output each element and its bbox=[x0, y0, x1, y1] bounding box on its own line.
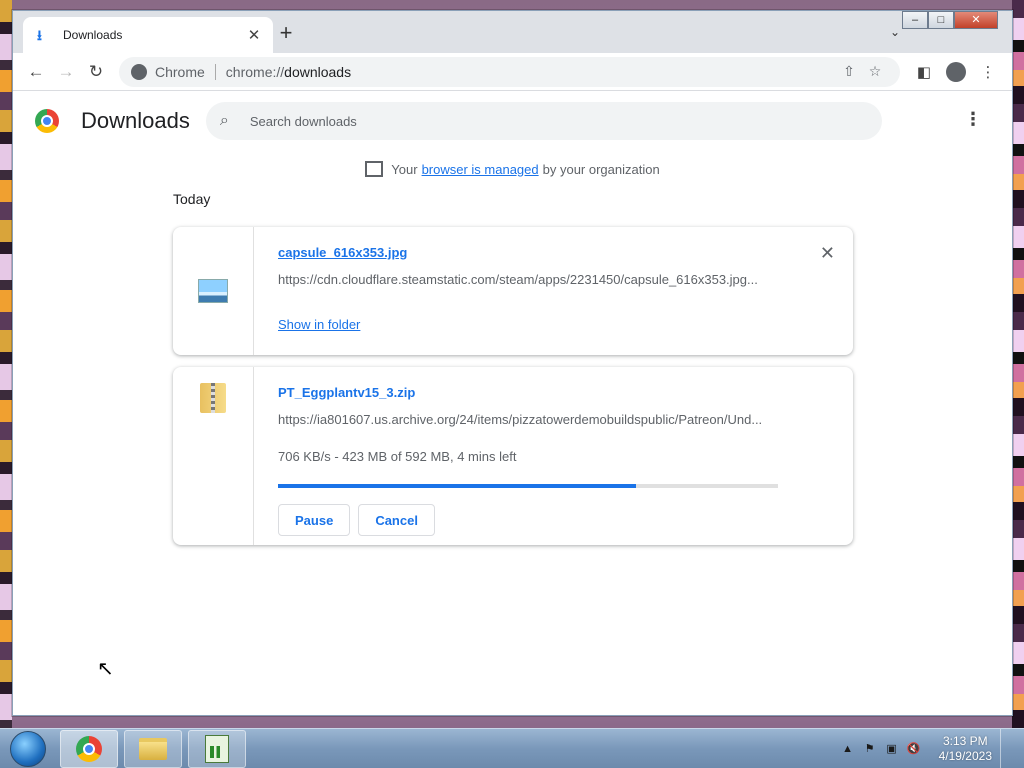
system-clock[interactable]: 3:13 PM 4/19/2023 bbox=[939, 734, 992, 764]
desktop-edge-right bbox=[1012, 0, 1024, 730]
address-url: chrome://downloads bbox=[225, 63, 352, 80]
remove-download-icon[interactable]: ✕ bbox=[820, 243, 835, 264]
share-icon[interactable]: ⇧ bbox=[836, 63, 862, 80]
browser-window: ⭳ Downloads ✕ + ⌄ – □ ✕ ← → ↻ Chrome chr… bbox=[12, 10, 1013, 716]
reload-button[interactable]: ↻ bbox=[81, 57, 111, 87]
cancel-button[interactable]: Cancel bbox=[358, 504, 435, 536]
close-window-button[interactable]: ✕ bbox=[954, 11, 998, 29]
show-in-folder-link[interactable]: Show in folder bbox=[278, 317, 360, 332]
download-progress-fill bbox=[278, 484, 636, 488]
download-progress-status: 706 KB/s - 423 MB of 592 MB, 4 mins left bbox=[278, 449, 517, 464]
title-bar: ⭳ Downloads ✕ + ⌄ – □ ✕ bbox=[13, 11, 1012, 53]
minimize-button[interactable]: – bbox=[902, 11, 928, 29]
date-group-label: Today bbox=[173, 191, 211, 207]
search-downloads-box[interactable]: ⌕ bbox=[205, 102, 882, 140]
chrome-site-icon bbox=[131, 63, 147, 80]
maximize-button[interactable]: □ bbox=[928, 11, 954, 29]
notepad-app-icon bbox=[205, 734, 229, 763]
more-actions-icon[interactable]: ⋮ bbox=[964, 109, 982, 130]
chrome-app-icon bbox=[76, 735, 102, 762]
download-icon: ⭳ bbox=[37, 27, 42, 43]
pause-button[interactable]: Pause bbox=[278, 504, 351, 536]
window-controls: – □ ✕ bbox=[902, 11, 998, 29]
start-button[interactable] bbox=[10, 730, 46, 767]
address-bar[interactable]: Chrome chrome://downloads ⇧ ☆ bbox=[119, 56, 900, 87]
search-downloads-input[interactable] bbox=[249, 113, 868, 129]
tab-title: Downloads bbox=[63, 28, 123, 42]
address-separator bbox=[214, 63, 216, 80]
downloads-page: Downloads ⌕ ⋮ Your browser is managed by… bbox=[13, 91, 1012, 715]
image-file-icon bbox=[198, 279, 228, 303]
browser-toolbar: ← → ↻ Chrome chrome://downloads ⇧ ☆ ◧ ⋮ bbox=[13, 53, 1012, 91]
bookmark-star-icon[interactable]: ☆ bbox=[862, 63, 888, 80]
side-panel-icon[interactable]: ◧ bbox=[908, 63, 940, 81]
managed-prefix: Your bbox=[391, 161, 418, 177]
network-icon[interactable]: ▣ bbox=[883, 742, 901, 755]
managed-link[interactable]: browser is managed bbox=[422, 162, 539, 177]
search-icon: ⌕ bbox=[219, 112, 229, 129]
show-desktop-button[interactable] bbox=[1000, 728, 1012, 768]
download-icon-column bbox=[173, 227, 254, 355]
action-center-flag-icon[interactable]: ⚑ bbox=[861, 742, 879, 755]
folder-app-icon bbox=[139, 737, 167, 760]
download-source-url: https://ia801607.us.archive.org/24/items… bbox=[278, 412, 763, 427]
back-button[interactable]: ← bbox=[21, 57, 51, 87]
download-file-name: PT_Eggplantv15_3.zip bbox=[278, 385, 416, 400]
zip-file-icon bbox=[200, 383, 226, 413]
taskbar: ▲ ⚑ ▣ 🔇 3:13 PM 4/19/2023 bbox=[0, 728, 1024, 768]
downloads-header: Downloads ⌕ ⋮ bbox=[13, 91, 1012, 151]
close-tab-icon[interactable]: ✕ bbox=[245, 26, 263, 44]
clock-date: 4/19/2023 bbox=[938, 748, 992, 763]
forward-button[interactable]: → bbox=[51, 57, 81, 87]
chrome-logo-icon bbox=[35, 109, 59, 133]
profile-avatar-icon[interactable] bbox=[946, 61, 966, 82]
show-hidden-icons-icon[interactable]: ▲ bbox=[839, 743, 857, 755]
page-title: Downloads bbox=[81, 108, 190, 133]
volume-muted-icon[interactable]: 🔇 bbox=[905, 742, 923, 755]
taskbar-notepad-button[interactable] bbox=[188, 729, 246, 768]
new-tab-button[interactable]: + bbox=[275, 22, 297, 45]
managed-notice: Your browser is managed by your organiza… bbox=[13, 157, 1012, 181]
download-item: PT_Eggplantv15_3.zip https://ia801607.us… bbox=[173, 367, 853, 545]
tab-search-icon[interactable]: ⌄ bbox=[890, 25, 900, 39]
clock-time: 3:13 PM bbox=[942, 733, 988, 748]
taskbar-explorer-button[interactable] bbox=[124, 729, 182, 768]
building-icon bbox=[365, 161, 384, 177]
download-progress-bar bbox=[278, 484, 778, 488]
tab-downloads[interactable]: ⭳ Downloads ✕ bbox=[23, 17, 273, 53]
mouse-cursor-icon: ↖ bbox=[97, 658, 114, 680]
browser-menu-icon[interactable]: ⋮ bbox=[972, 63, 1004, 81]
download-icon-column bbox=[173, 367, 254, 545]
managed-suffix: by your organization bbox=[542, 161, 660, 177]
desktop-edge-left bbox=[0, 0, 12, 730]
site-label: Chrome bbox=[155, 63, 205, 80]
taskbar-chrome-button[interactable] bbox=[60, 729, 118, 768]
download-item: capsule_616x353.jpg https://cdn.cloudfla… bbox=[173, 227, 853, 355]
download-file-link[interactable]: capsule_616x353.jpg bbox=[278, 245, 829, 260]
download-source-url: https://cdn.cloudflare.steamstatic.com/s… bbox=[278, 272, 758, 287]
system-tray: ▲ ⚑ ▣ 🔇 3:13 PM 4/19/2023 bbox=[837, 728, 1024, 768]
